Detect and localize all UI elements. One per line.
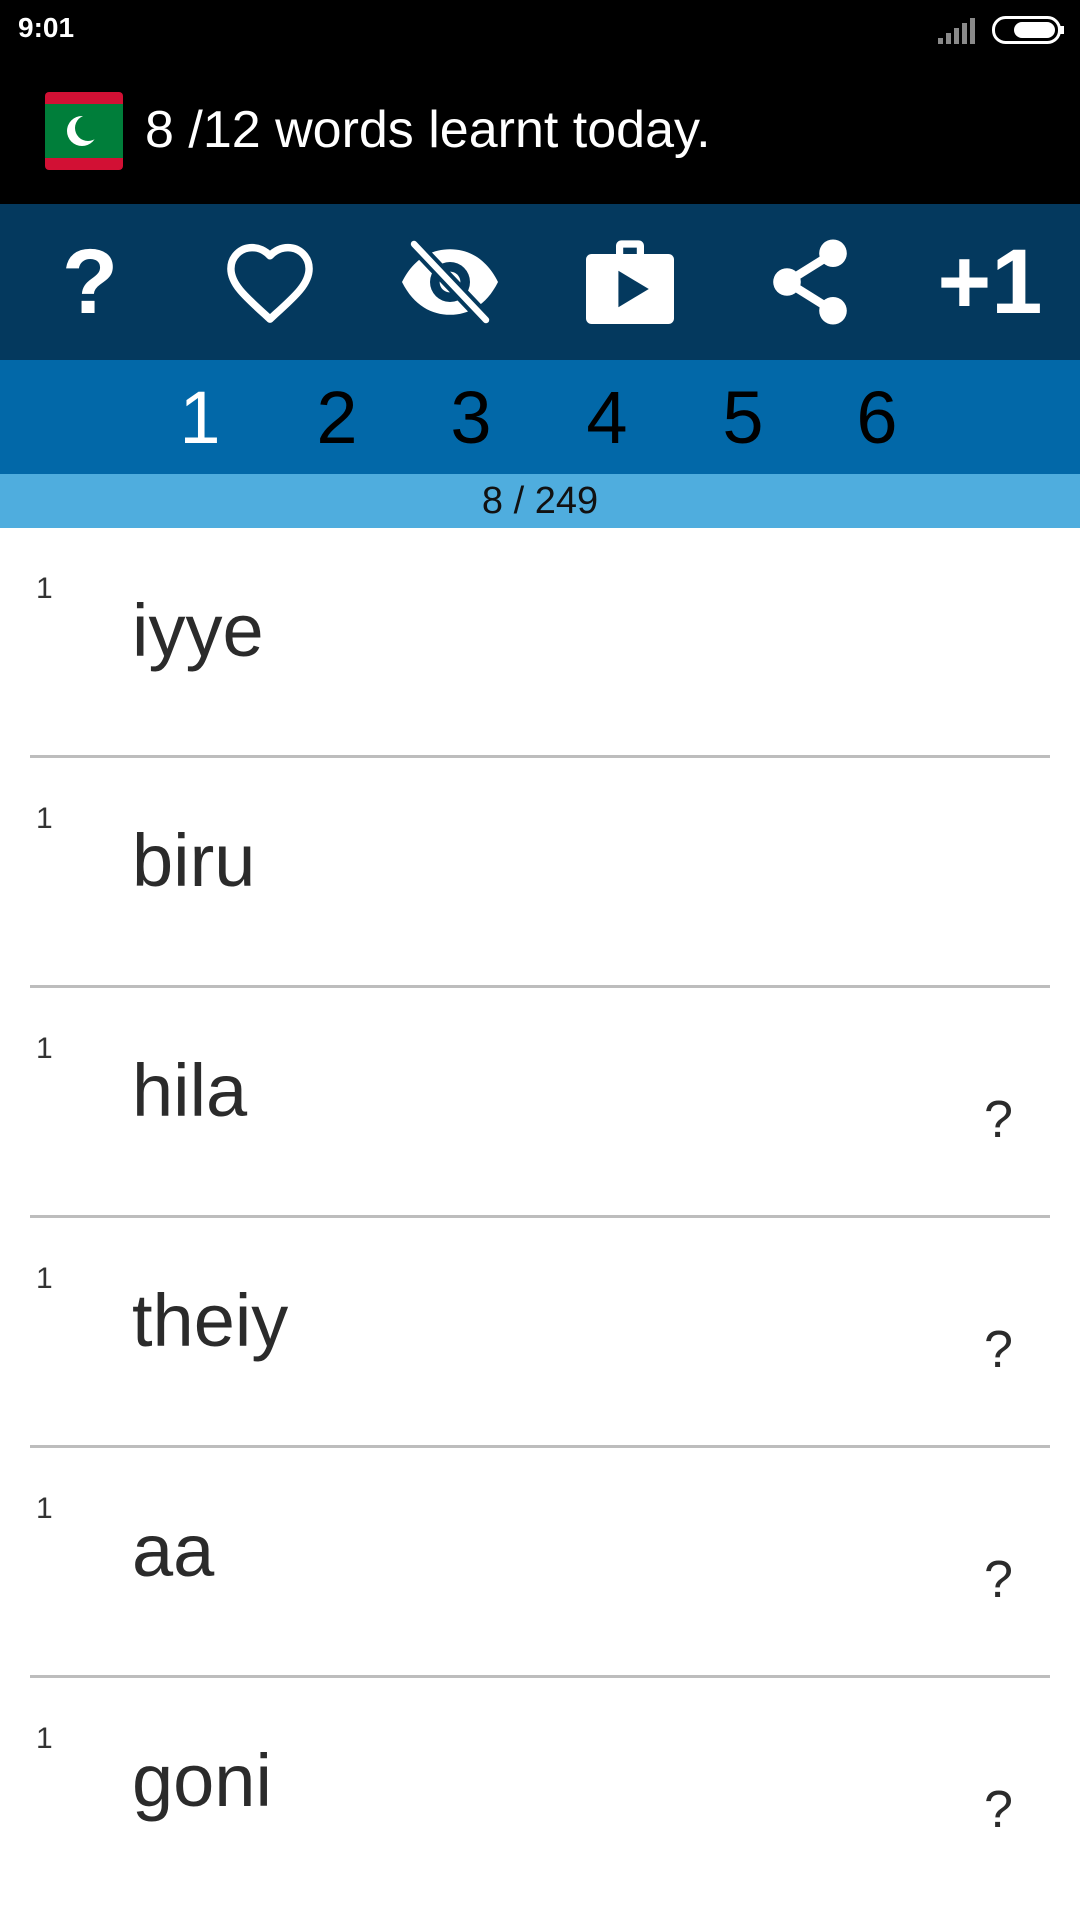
word-text: goni bbox=[132, 1739, 272, 1822]
app-title: 8 /12 words learnt today. bbox=[145, 101, 711, 159]
word-row[interactable]: 1 iyye bbox=[0, 528, 1080, 758]
word-text: iyye bbox=[132, 589, 264, 672]
level-tab-2[interactable]: 2 bbox=[282, 360, 392, 474]
question-icon: ? bbox=[61, 231, 119, 333]
word-row[interactable]: 1 theiy ? bbox=[0, 1218, 1080, 1448]
word-hint[interactable]: ? bbox=[984, 1320, 1013, 1380]
share-button[interactable] bbox=[720, 204, 900, 360]
word-level: 1 bbox=[36, 1262, 53, 1295]
toolbar: ? +1 bbox=[0, 204, 1080, 360]
favorite-button[interactable] bbox=[180, 204, 360, 360]
status-time: 9:01 bbox=[18, 12, 75, 43]
word-row[interactable]: 1 hila ? bbox=[0, 988, 1080, 1218]
word-row[interactable]: 1 aa ? bbox=[0, 1448, 1080, 1678]
plus-one-icon: +1 bbox=[937, 231, 1043, 333]
maldives-flag-icon bbox=[45, 92, 123, 170]
status-bar: 9:01 bbox=[0, 0, 1080, 60]
word-level: 1 bbox=[36, 1492, 53, 1525]
level-tab-6[interactable]: 6 bbox=[822, 360, 932, 474]
level-tab-4[interactable]: 4 bbox=[552, 360, 662, 474]
signal-icon bbox=[938, 18, 975, 44]
word-hint[interactable]: ? bbox=[984, 1550, 1013, 1610]
level-tab-3[interactable]: 3 bbox=[416, 360, 526, 474]
word-level: 1 bbox=[36, 572, 53, 605]
level-tab-5[interactable]: 5 bbox=[688, 360, 798, 474]
battery-icon bbox=[992, 16, 1064, 44]
app-bar: 8 /12 words learnt today. bbox=[0, 60, 1080, 204]
word-hint[interactable]: ? bbox=[984, 1090, 1013, 1150]
word-hint[interactable]: ? bbox=[984, 1780, 1013, 1840]
word-text: theiy bbox=[132, 1279, 289, 1362]
word-row[interactable]: 1 biru bbox=[0, 758, 1080, 988]
word-level: 1 bbox=[36, 802, 53, 835]
word-text: hila bbox=[132, 1049, 248, 1132]
word-row[interactable]: 1 goni ? bbox=[0, 1678, 1080, 1908]
word-text: aa bbox=[132, 1509, 215, 1592]
level-tabs: 1 2 3 4 5 6 bbox=[0, 360, 1080, 474]
progress-counter: 8 / 249 bbox=[0, 474, 1080, 528]
word-level: 1 bbox=[36, 1032, 53, 1065]
heart-outline-icon bbox=[227, 243, 313, 323]
play-briefcase-icon bbox=[586, 240, 674, 324]
hide-button[interactable] bbox=[360, 204, 540, 360]
word-level: 1 bbox=[36, 1722, 53, 1755]
share-icon bbox=[773, 239, 847, 325]
word-list[interactable]: 1 iyye 1 biru 1 hila ? 1 theiy ? 1 aa ? … bbox=[0, 528, 1080, 1920]
play-store-button[interactable] bbox=[540, 204, 720, 360]
eye-off-icon bbox=[402, 238, 498, 326]
word-text: biru bbox=[132, 819, 256, 902]
plus-one-button[interactable]: +1 bbox=[900, 204, 1080, 360]
help-button[interactable]: ? bbox=[0, 204, 180, 360]
level-tab-1[interactable]: 1 bbox=[145, 360, 255, 474]
